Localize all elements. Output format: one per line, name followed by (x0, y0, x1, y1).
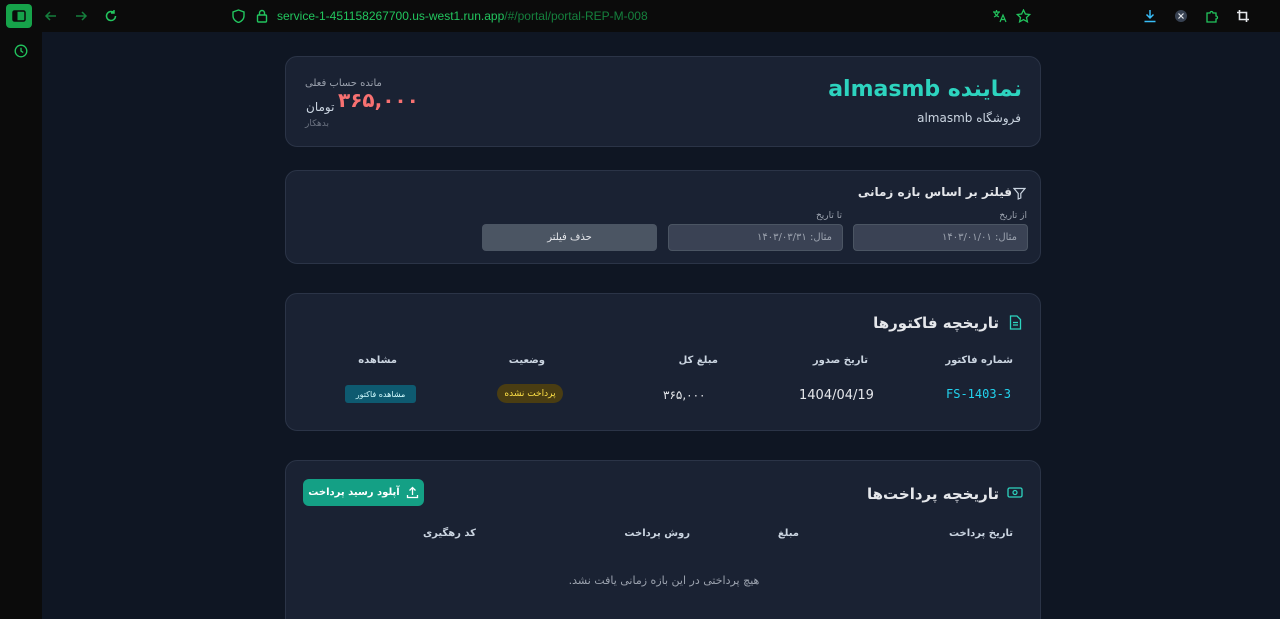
col-invoice-number: شماره فاکتور (945, 355, 1013, 366)
extension-badge-icon[interactable] (1168, 4, 1194, 28)
col-total-amount: مبلغ کل (678, 355, 718, 366)
invoice-date: 1404/04/19 (799, 388, 874, 403)
filter-title: فیلتر بر اساس بازه زمانی (857, 185, 1012, 199)
to-date-input[interactable]: مثال: ۱۴۰۳/۰۳/۳۱ (668, 224, 843, 251)
browser-toolbar: service-1-451158267700.us-west1.run.app/… (0, 0, 1280, 32)
download-icon[interactable] (1137, 4, 1163, 28)
document-icon (1009, 315, 1022, 330)
from-date-label: از تاریخ (999, 211, 1027, 221)
upload-icon (406, 486, 418, 499)
invoices-card: تاریخچه فاکتورها شماره فاکتور تاریخ صدور… (285, 293, 1041, 431)
url-path: /#/portal/portal-REP-M-008 (504, 9, 648, 23)
back-arrow-icon[interactable] (38, 4, 64, 28)
filter-card: فیلتر بر اساس بازه زمانی از تاریخ تا تار… (285, 170, 1041, 264)
store-subtitle: فروشگاه almasmb (917, 111, 1021, 125)
translate-icon[interactable] (986, 4, 1012, 28)
header-card: نماینده almasmb فروشگاه almasmb مانده حس… (285, 56, 1041, 147)
balance-status: بدهکار (305, 119, 330, 129)
url-host: service-1-451158267700.us-west1.run.app (277, 9, 505, 23)
lock-icon[interactable] (249, 4, 275, 28)
history-clock-icon[interactable] (14, 44, 28, 58)
col-issue-date: تاریخ صدور (812, 355, 868, 366)
clear-filter-button[interactable]: حذف فیلتر (482, 224, 657, 251)
col-payment-amount: مبلغ (777, 528, 799, 539)
balance-amount: ۳۶۵,۰۰۰ (338, 88, 419, 112)
reload-icon[interactable] (98, 4, 124, 28)
money-icon (1007, 486, 1023, 499)
payments-card: تاریخچه پرداخت‌ها آپلود رسید پرداخت تاری… (285, 460, 1041, 619)
to-date-label: تا تاریخ (815, 211, 842, 221)
col-view: مشاهده (358, 355, 397, 366)
col-status: وضعیت (508, 355, 545, 366)
star-icon[interactable] (1010, 4, 1036, 28)
empty-state-text: هیچ پرداختی در این بازه زمانی یافت نشد. (568, 574, 760, 587)
invoice-number[interactable]: FS-1403-3 (946, 387, 1011, 401)
col-tracking-code: کد رهگیری (422, 528, 476, 539)
shield-icon[interactable] (225, 4, 251, 28)
view-invoice-button[interactable]: مشاهده فاکتور (345, 385, 416, 403)
status-badge: پرداخت نشده (497, 384, 563, 403)
page-title: نماینده almasmb (828, 77, 1022, 102)
sidebar-toggle-icon[interactable] (6, 4, 32, 28)
col-payment-method: روش پرداخت (624, 528, 690, 539)
invoices-title: تاریخچه فاکتورها (873, 314, 999, 332)
invoice-amount: ۳۶۵,۰۰۰ (663, 388, 706, 402)
extensions-puzzle-icon[interactable] (1199, 4, 1225, 28)
from-date-input[interactable]: مثال: ۱۴۰۳/۰۱/۰۱ (853, 224, 1028, 251)
crop-icon[interactable] (1230, 4, 1256, 28)
payments-title: تاریخچه پرداخت‌ها (867, 485, 999, 503)
forward-arrow-icon[interactable] (68, 4, 94, 28)
upload-receipt-label: آپلود رسید پرداخت (308, 487, 400, 498)
col-payment-date: تاریخ پرداخت (948, 528, 1013, 539)
filter-funnel-icon (1012, 185, 1027, 204)
balance-unit: تومان (306, 100, 335, 114)
upload-receipt-button[interactable]: آپلود رسید پرداخت (303, 479, 424, 506)
address-bar[interactable]: service-1-451158267700.us-west1.run.app/… (277, 9, 648, 23)
browser-sidebar (0, 32, 42, 619)
